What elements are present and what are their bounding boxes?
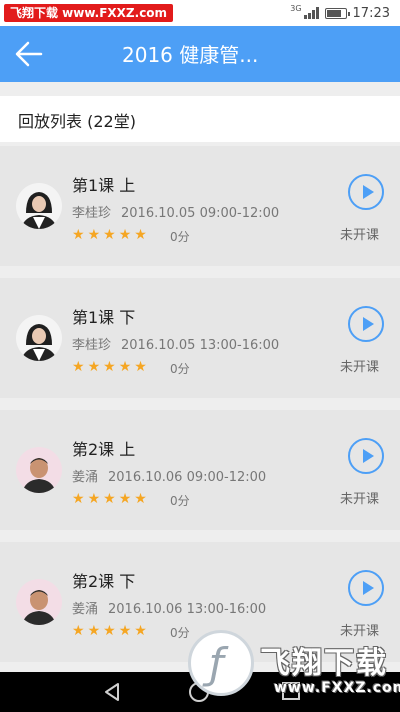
avatar [16, 579, 62, 625]
lesson-meta: 姜涌 2016.10.06 13:00-16:00 [72, 598, 266, 617]
rating-stars: ★ ★ ★ ★ ★ [72, 227, 147, 243]
avatar [16, 447, 62, 493]
rating-score: 0分 [170, 494, 190, 508]
list-item[interactable]: 第1课 下 李桂珍 2016.10.05 13:00-16:00 ★ ★ ★ ★ ★ 0分… [0, 278, 400, 398]
rating-score: 0分 [170, 626, 190, 640]
teacher-name: 李桂珍 [72, 206, 112, 221]
teacher-name: 姜涌 [72, 470, 99, 485]
watermark-label: 飞翔下载 www.FXXZ.com [4, 4, 174, 22]
lesson-meta: 姜涌 2016.10.06 09:00-12:00 [72, 466, 266, 485]
app-bar: 2016 健康管... [0, 26, 400, 82]
avatar [16, 183, 62, 229]
star-icon: ★ [118, 359, 132, 375]
star-icon: ★ [103, 359, 116, 375]
rating-score: 0分 [170, 362, 190, 376]
status-badge: 未开课 [340, 360, 380, 375]
star-icon: ★ [87, 623, 101, 639]
star-icon: ★ [134, 227, 147, 243]
play-icon[interactable] [348, 174, 384, 210]
play-icon[interactable] [348, 438, 384, 474]
star-icon: ★ [72, 623, 85, 639]
star-icon: ★ [118, 623, 132, 639]
watermark-chinese: 飞翔下载 [260, 646, 388, 681]
star-icon: ★ [118, 227, 132, 243]
signal-icon [303, 7, 319, 19]
status-badge: 未开课 [340, 228, 380, 243]
star-icon: ★ [87, 491, 101, 507]
star-icon: ★ [72, 227, 85, 243]
watermark-emblem-icon [188, 630, 254, 696]
lesson-datetime: 2016.10.05 09:00-12:00 [121, 206, 280, 221]
status-icons: 3G 17:23 [290, 4, 390, 22]
teacher-name: 李桂珍 [72, 338, 112, 353]
status-badge: 未开课 [340, 492, 380, 507]
star-icon: ★ [118, 491, 132, 507]
list-item[interactable]: 第1课 上 李桂珍 2016.10.05 09:00-12:00 ★ ★ ★ ★ ★ 0分… [0, 146, 400, 266]
star-icon: ★ [72, 359, 85, 375]
rating-stars: ★ ★ ★ ★ ★ [72, 359, 147, 375]
lesson-datetime: 2016.10.05 13:00-16:00 [121, 338, 280, 353]
lesson-title: 第2课 下 [72, 572, 136, 591]
status-bar: 飞翔下载 www.FXXZ.com 3G 17:23 [0, 0, 400, 26]
network-type: 3G [290, 3, 302, 13]
rating-stars: ★ ★ ★ ★ ★ [72, 623, 147, 639]
lesson-meta: 李桂珍 2016.10.05 13:00-16:00 [72, 334, 279, 353]
rating-score: 0分 [170, 230, 190, 244]
status-time: 17:23 [352, 5, 390, 21]
star-icon: ★ [103, 491, 116, 507]
star-icon: ★ [87, 227, 101, 243]
lesson-title: 第1课 下 [72, 308, 136, 327]
rating-stars: ★ ★ ★ ★ ★ [72, 491, 147, 507]
play-icon[interactable] [348, 570, 384, 606]
lesson-meta: 李桂珍 2016.10.05 09:00-12:00 [72, 202, 279, 221]
watermark-logo: 飞翔下载 www.FXXZ.com [188, 630, 400, 700]
watermark-english: www.FXXZ.com [274, 680, 400, 696]
lesson-datetime: 2016.10.06 13:00-16:00 [108, 602, 267, 617]
page-title: 2016 健康管... [122, 43, 259, 67]
lesson-datetime: 2016.10.06 09:00-12:00 [108, 470, 267, 485]
star-icon: ★ [134, 491, 147, 507]
list-item[interactable]: 第2课 上 姜涌 2016.10.06 09:00-12:00 ★ ★ ★ ★ ★ 0分 … [0, 410, 400, 530]
star-icon: ★ [103, 623, 116, 639]
avatar [16, 315, 62, 361]
star-icon: ★ [103, 227, 116, 243]
teacher-name: 姜涌 [72, 602, 99, 617]
play-icon[interactable] [348, 306, 384, 342]
list-header-label: 回放列表 (22堂) [18, 112, 136, 131]
list-header: 回放列表 (22堂) [0, 96, 400, 142]
battery-icon [324, 7, 350, 19]
star-icon: ★ [134, 359, 147, 375]
star-icon: ★ [87, 359, 101, 375]
star-icon: ★ [134, 623, 147, 639]
lesson-title: 第2课 上 [72, 440, 136, 459]
star-icon: ★ [72, 491, 85, 507]
lesson-title: 第1课 上 [72, 176, 136, 195]
nav-back-icon[interactable] [102, 682, 122, 702]
arrow-left-icon[interactable] [14, 40, 44, 68]
